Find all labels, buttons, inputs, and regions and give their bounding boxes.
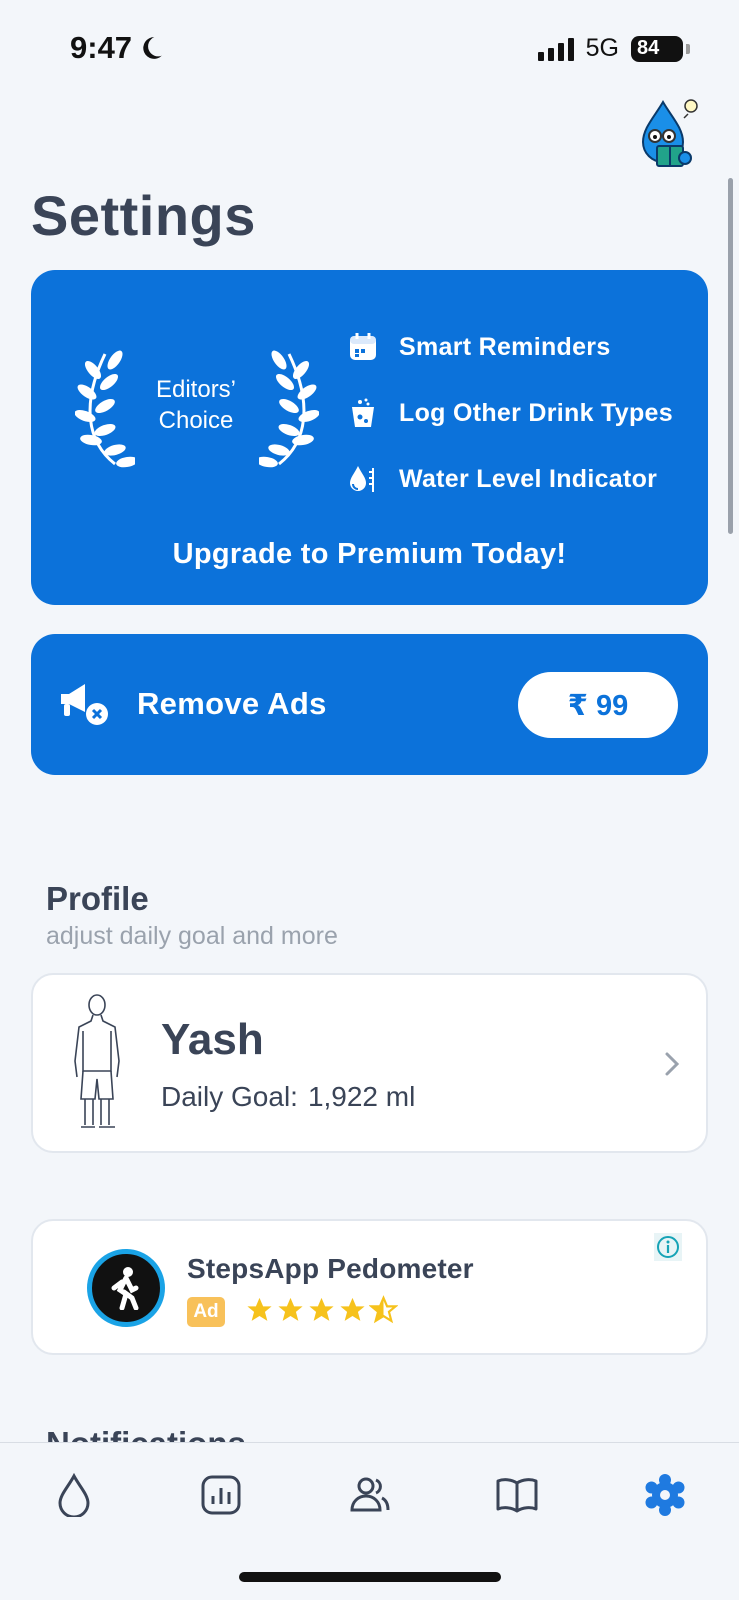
feature-label: Water Level Indicator (399, 464, 658, 493)
statistics-icon (201, 1475, 241, 1515)
drink-cup-icon (347, 397, 379, 429)
info-icon[interactable] (654, 1233, 682, 1261)
daily-goal-label: Daily Goal: (161, 1081, 298, 1112)
feature-label: Smart Reminders (399, 332, 611, 361)
star-half-icon (369, 1295, 398, 1324)
megaphone-off-icon (61, 684, 108, 725)
profile-section-title: Profile (46, 880, 149, 917)
remove-ads-label: Remove Ads (137, 686, 327, 721)
profile-section-subtitle: adjust daily goal and more (46, 922, 338, 950)
walking-person-icon (87, 1249, 165, 1327)
premium-features-list: Smart Reminders Log Other Drink Types Wa… (347, 314, 673, 512)
feature-water-level: Water Level Indicator (347, 446, 673, 512)
tab-learn[interactable] (493, 1471, 541, 1519)
editors-choice-badge: Editors’ Choice (131, 374, 261, 436)
time-text: 9:47 (70, 30, 133, 65)
tab-friends[interactable] (346, 1471, 394, 1519)
page-title: Settings (31, 184, 256, 247)
star-full-icon (340, 1297, 365, 1321)
daily-goal-value: 1,922 ml (307, 1081, 416, 1112)
feature-smart-reminders: Smart Reminders (347, 314, 673, 380)
mascot-icon[interactable] (637, 96, 701, 170)
person-silhouette-icon (74, 994, 120, 1128)
book-icon (496, 1478, 538, 1513)
moon-icon (143, 37, 162, 59)
laurel-left-icon (75, 350, 135, 468)
water-level-icon (347, 463, 379, 495)
rating-stars (245, 1295, 398, 1325)
star-full-icon (309, 1297, 334, 1321)
profile-name: Yash (161, 1015, 264, 1064)
remove-ads-price-button[interactable]: ₹ 99 (518, 672, 678, 738)
status-bar: 9:47 5G 84 (0, 0, 739, 90)
home-indicator[interactable] (239, 1572, 501, 1582)
tab-settings[interactable] (641, 1471, 689, 1519)
settings-gear-icon (645, 1474, 685, 1516)
signal-icon (537, 37, 574, 61)
daily-goal: Daily Goal: 1,922 ml (161, 1081, 415, 1113)
calendar-icon (347, 331, 379, 363)
scrollbar[interactable] (728, 178, 733, 534)
premium-upgrade-card[interactable]: Editors’ Choice Smart Reminders Log Othe… (31, 270, 708, 605)
status-indicators: 5G 84 (537, 34, 690, 63)
remove-ads-card[interactable]: Remove Ads ₹ 99 (31, 634, 708, 775)
feature-log-drinks: Log Other Drink Types (347, 380, 673, 446)
badge-line-2: Choice (158, 407, 234, 434)
notifications-section-title: Notifications (46, 1424, 246, 1442)
water-drop-icon (58, 1473, 90, 1517)
star-full-icon (247, 1297, 272, 1321)
network-type: 5G (585, 34, 619, 62)
upgrade-premium-button[interactable]: Upgrade to Premium Today! (31, 538, 708, 571)
chevron-right-icon (665, 1052, 680, 1076)
ad-badge: Ad (187, 1297, 225, 1327)
friends-icon (350, 1477, 390, 1512)
tab-water[interactable] (50, 1471, 98, 1519)
tab-statistics[interactable] (197, 1471, 245, 1519)
battery-level: 84 (637, 37, 660, 59)
ad-title: StepsApp Pedometer (187, 1253, 474, 1284)
profile-card[interactable]: Yash Daily Goal: 1,922 ml (31, 973, 708, 1153)
star-full-icon (278, 1297, 303, 1321)
status-time: 9:47 (70, 30, 164, 66)
badge-line-1: Editors’ (155, 376, 237, 403)
feature-label: Log Other Drink Types (399, 398, 673, 427)
laurel-right-icon (259, 350, 319, 468)
battery-icon: 84 (631, 35, 690, 62)
ad-banner[interactable]: StepsApp Pedometer Ad (31, 1219, 708, 1355)
